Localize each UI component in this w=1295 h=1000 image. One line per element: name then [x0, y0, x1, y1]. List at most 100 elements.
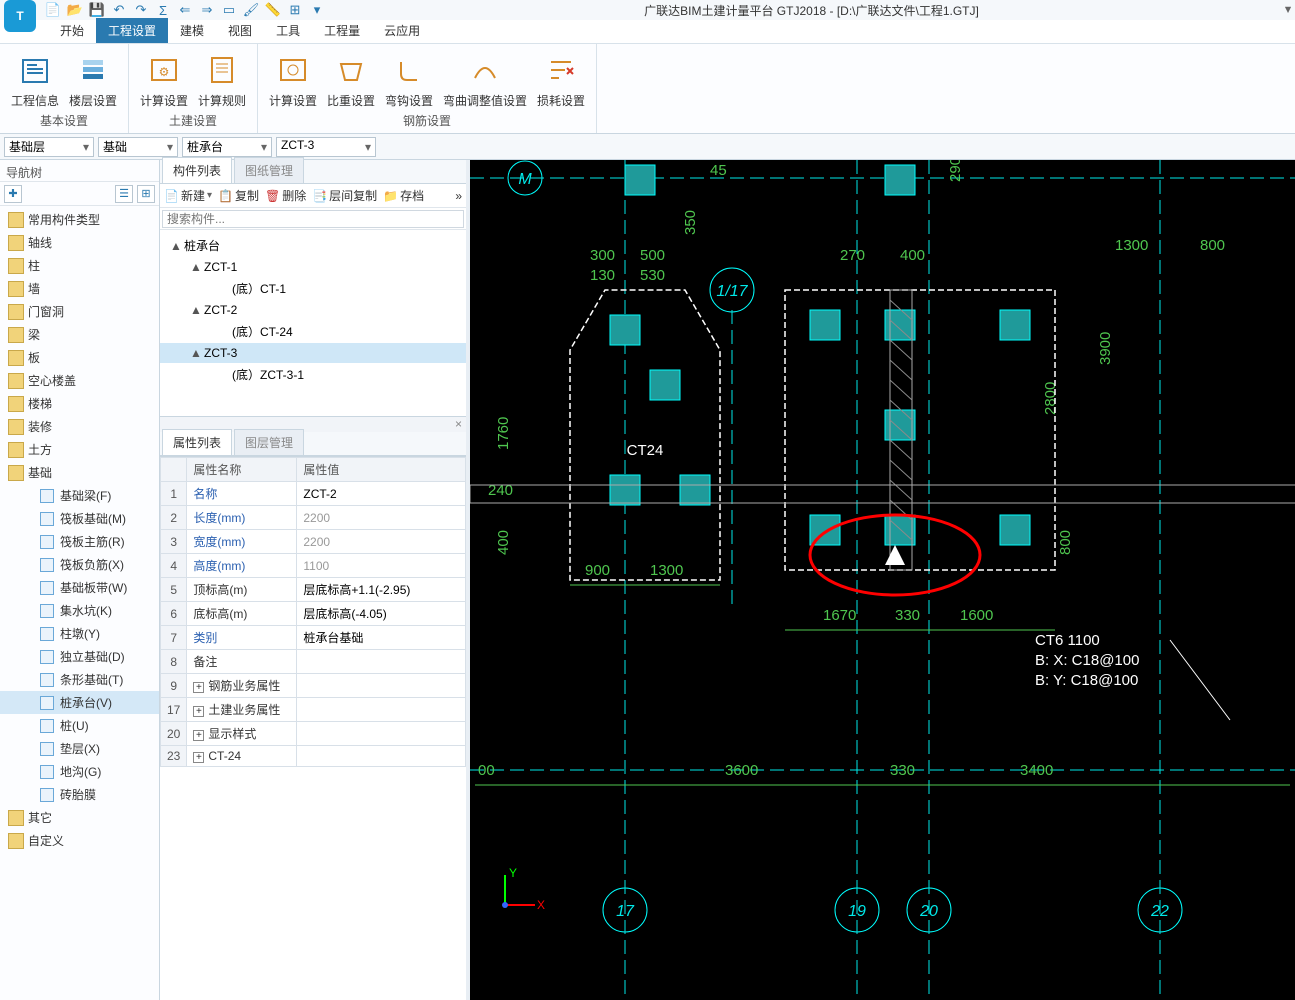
app-logo[interactable]: T [4, 0, 36, 32]
tab-layer-mgmt[interactable]: 图层管理 [234, 429, 304, 455]
btn-copy[interactable]: 📋复制 [218, 187, 259, 204]
property-row[interactable]: 5顶标高(m)层底标高+1.1(-2.95) [161, 578, 466, 602]
nav-group[interactable]: 轴线 [0, 231, 159, 254]
component-tree-row[interactable]: ▲ZCT-1 [160, 257, 466, 277]
component-tree-row[interactable]: (底）ZCT-3-1 [160, 363, 466, 386]
tab-modeling[interactable]: 建模 [168, 18, 216, 43]
btn-floor-copy[interactable]: 📑层间复制 [312, 187, 377, 204]
btn-rebar-calc[interactable]: 计算设置 [266, 48, 320, 109]
tab-tools[interactable]: 工具 [264, 18, 312, 43]
tab-cloud[interactable]: 云应用 [372, 18, 432, 43]
nav-subitem[interactable]: 基础梁(F) [0, 484, 159, 507]
property-row[interactable]: 3宽度(mm)2200 [161, 530, 466, 554]
expand-icon[interactable]: + [193, 706, 204, 717]
property-value[interactable]: 2200 [297, 506, 466, 530]
nav-group[interactable]: 门窗洞 [0, 300, 159, 323]
tab-start[interactable]: 开始 [48, 18, 96, 43]
property-value[interactable] [297, 722, 466, 746]
nav-subitem[interactable]: 基础板带(W) [0, 576, 159, 599]
nav-group[interactable]: 基础 [0, 461, 159, 484]
component-tree-row[interactable]: ▲ZCT-2 [160, 300, 466, 320]
property-row[interactable]: 9+钢筋业务属性 [161, 674, 466, 698]
nav-group[interactable]: 常用构件类型 [0, 208, 159, 231]
btn-hook[interactable]: 弯钩设置 [382, 48, 436, 109]
nav-subitem[interactable]: 筏板主筋(R) [0, 530, 159, 553]
btn-more[interactable]: » [455, 189, 462, 203]
nav-group[interactable]: 柱 [0, 254, 159, 277]
property-row[interactable]: 2长度(mm)2200 [161, 506, 466, 530]
nav-group[interactable]: 板 [0, 346, 159, 369]
nav-subitem[interactable]: 柱墩(Y) [0, 622, 159, 645]
component-search-input[interactable] [162, 210, 464, 228]
qat-ruler-icon[interactable]: 📏 [264, 1, 282, 19]
component-tree-row[interactable]: (底）CT-1 [160, 277, 466, 300]
component-tree-row[interactable]: (底）CT-24 [160, 320, 466, 343]
property-value[interactable] [297, 698, 466, 722]
btn-delete[interactable]: 🗑删除 [265, 187, 306, 204]
qat-new-icon[interactable]: 📄 [44, 1, 62, 19]
nav-group[interactable]: 土方 [0, 438, 159, 461]
qat-left-icon[interactable]: ⇐ [176, 1, 194, 19]
qat-save-icon[interactable]: 💾 [88, 1, 106, 19]
nav-group[interactable]: 其它 [0, 806, 159, 829]
property-row[interactable]: 8备注 [161, 650, 466, 674]
nav-subitem[interactable]: 筏板负筋(X) [0, 553, 159, 576]
nav-subitem[interactable]: 集水坑(K) [0, 599, 159, 622]
qat-open-icon[interactable]: 📂 [66, 1, 84, 19]
nav-group[interactable]: 墙 [0, 277, 159, 300]
expand-icon[interactable]: ▲ [190, 260, 200, 274]
tab-component-list[interactable]: 构件列表 [162, 157, 232, 183]
btn-loss[interactable]: 损耗设置 [534, 48, 588, 109]
expand-icon[interactable]: + [193, 730, 204, 741]
tab-quantity[interactable]: 工程量 [312, 18, 372, 43]
btn-archive[interactable]: 📁存档 [383, 187, 424, 204]
property-value[interactable]: 层底标高+1.1(-2.95) [297, 578, 466, 602]
floor-select[interactable]: 基础层 [4, 137, 94, 157]
nav-subitem[interactable]: 条形基础(T) [0, 668, 159, 691]
property-value[interactable] [297, 746, 466, 767]
property-value[interactable]: 1100 [297, 554, 466, 578]
subcategory-select[interactable]: 桩承台 [182, 137, 272, 157]
expand-icon[interactable]: ▲ [170, 239, 180, 253]
nav-group[interactable]: 自定义 [0, 829, 159, 852]
property-value[interactable]: ZCT-2 [297, 482, 466, 506]
property-value[interactable] [297, 650, 466, 674]
btn-calc-settings[interactable]: ⚙计算设置 [137, 48, 191, 109]
item-select[interactable]: ZCT-3 [276, 137, 376, 157]
nav-subitem[interactable]: 桩(U) [0, 714, 159, 737]
qat-redo-icon[interactable]: ↷ [132, 1, 150, 19]
property-value[interactable]: 桩承台基础 [297, 626, 466, 650]
component-tree-row[interactable]: ▲桩承台 [160, 234, 466, 257]
property-close-icon[interactable]: × [455, 417, 462, 432]
nav-add-icon[interactable]: ✚ [4, 185, 22, 203]
qat-grid-icon[interactable]: ⊞ [286, 1, 304, 19]
btn-calc-rules[interactable]: 计算规则 [195, 48, 249, 109]
property-row[interactable]: 4高度(mm)1100 [161, 554, 466, 578]
drawing-canvas[interactable]: M 1/17 17 19 20 22 45 2900 300 500 270 4… [470, 160, 1295, 1000]
qat-dropdown-icon[interactable]: ▾ [308, 1, 326, 19]
nav-subitem[interactable]: 桩承台(V) [0, 691, 159, 714]
property-row[interactable]: 7类别桩承台基础 [161, 626, 466, 650]
property-value[interactable]: 2200 [297, 530, 466, 554]
nav-subitem[interactable]: 筏板基础(M) [0, 507, 159, 530]
nav-group[interactable]: 楼梯 [0, 392, 159, 415]
component-tree-row[interactable]: ▲ZCT-3 [160, 343, 466, 363]
nav-group[interactable]: 空心楼盖 [0, 369, 159, 392]
expand-icon[interactable]: + [193, 682, 204, 693]
category-select[interactable]: 基础 [98, 137, 178, 157]
btn-new[interactable]: 📄新建 [164, 187, 212, 204]
property-row[interactable]: 17+土建业务属性 [161, 698, 466, 722]
nav-subitem[interactable]: 砖胎膜 [0, 783, 159, 806]
tab-properties[interactable]: 属性列表 [162, 429, 232, 455]
btn-weight[interactable]: 比重设置 [324, 48, 378, 109]
btn-floor-settings[interactable]: 楼层设置 [66, 48, 120, 109]
property-row[interactable]: 1名称ZCT-2 [161, 482, 466, 506]
property-value[interactable] [297, 674, 466, 698]
qat-right-icon[interactable]: ⇒ [198, 1, 216, 19]
property-row[interactable]: 6底标高(m)层底标高(-4.05) [161, 602, 466, 626]
qat-region-icon[interactable]: ▭ [220, 1, 238, 19]
property-row[interactable]: 23+CT-24 [161, 746, 466, 767]
nav-subitem[interactable]: 地沟(G) [0, 760, 159, 783]
btn-curve[interactable]: 弯曲调整值设置 [440, 48, 530, 109]
qat-undo-icon[interactable]: ↶ [110, 1, 128, 19]
